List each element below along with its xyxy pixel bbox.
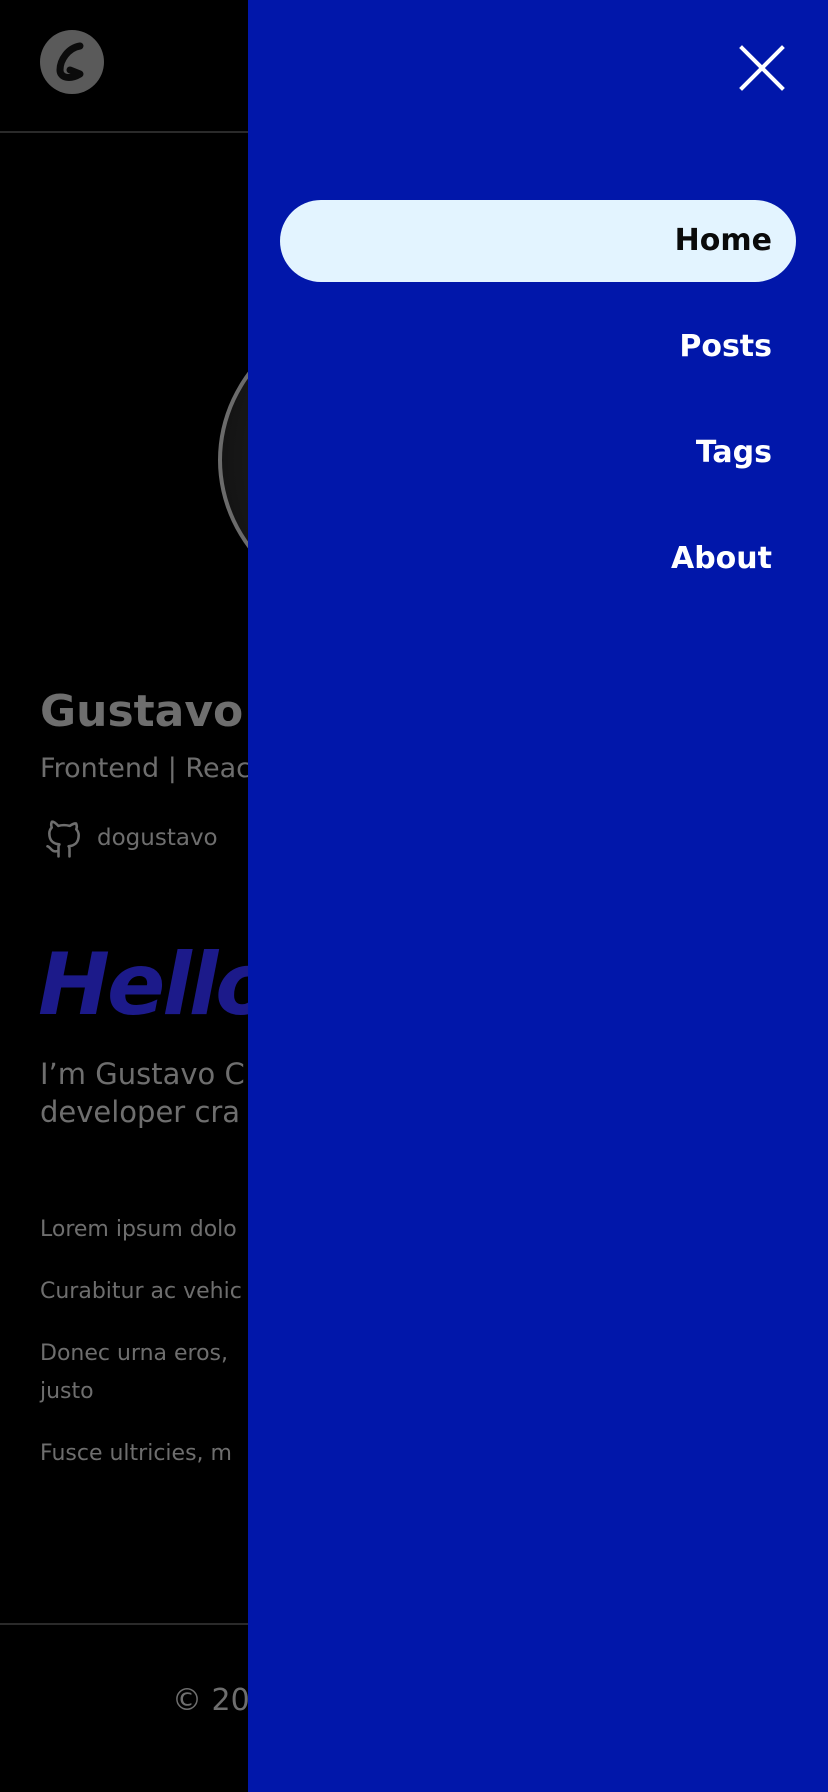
close-icon[interactable] xyxy=(732,38,792,98)
profile-role: Frontend | Reac xyxy=(40,753,251,784)
page: Gustavo Frontend | Reac dogustavo Hello … xyxy=(0,0,828,1792)
nav-item-tags[interactable]: Tags xyxy=(280,412,796,494)
drawer-nav: Home Posts Tags About xyxy=(280,200,796,624)
copyright: © 20 xyxy=(172,1683,250,1718)
nav-item-posts[interactable]: Posts xyxy=(280,306,796,388)
nav-item-home[interactable]: Home xyxy=(280,200,796,282)
github-handle[interactable]: dogustavo xyxy=(97,825,218,851)
hero-heading: Hello xyxy=(38,935,274,1035)
nav-item-about[interactable]: About xyxy=(280,518,796,600)
github-icon[interactable] xyxy=(42,816,86,860)
logo-g-icon[interactable] xyxy=(40,30,104,94)
profile-name: Gustavo xyxy=(40,686,244,737)
nav-drawer: Home Posts Tags About xyxy=(248,0,828,1792)
